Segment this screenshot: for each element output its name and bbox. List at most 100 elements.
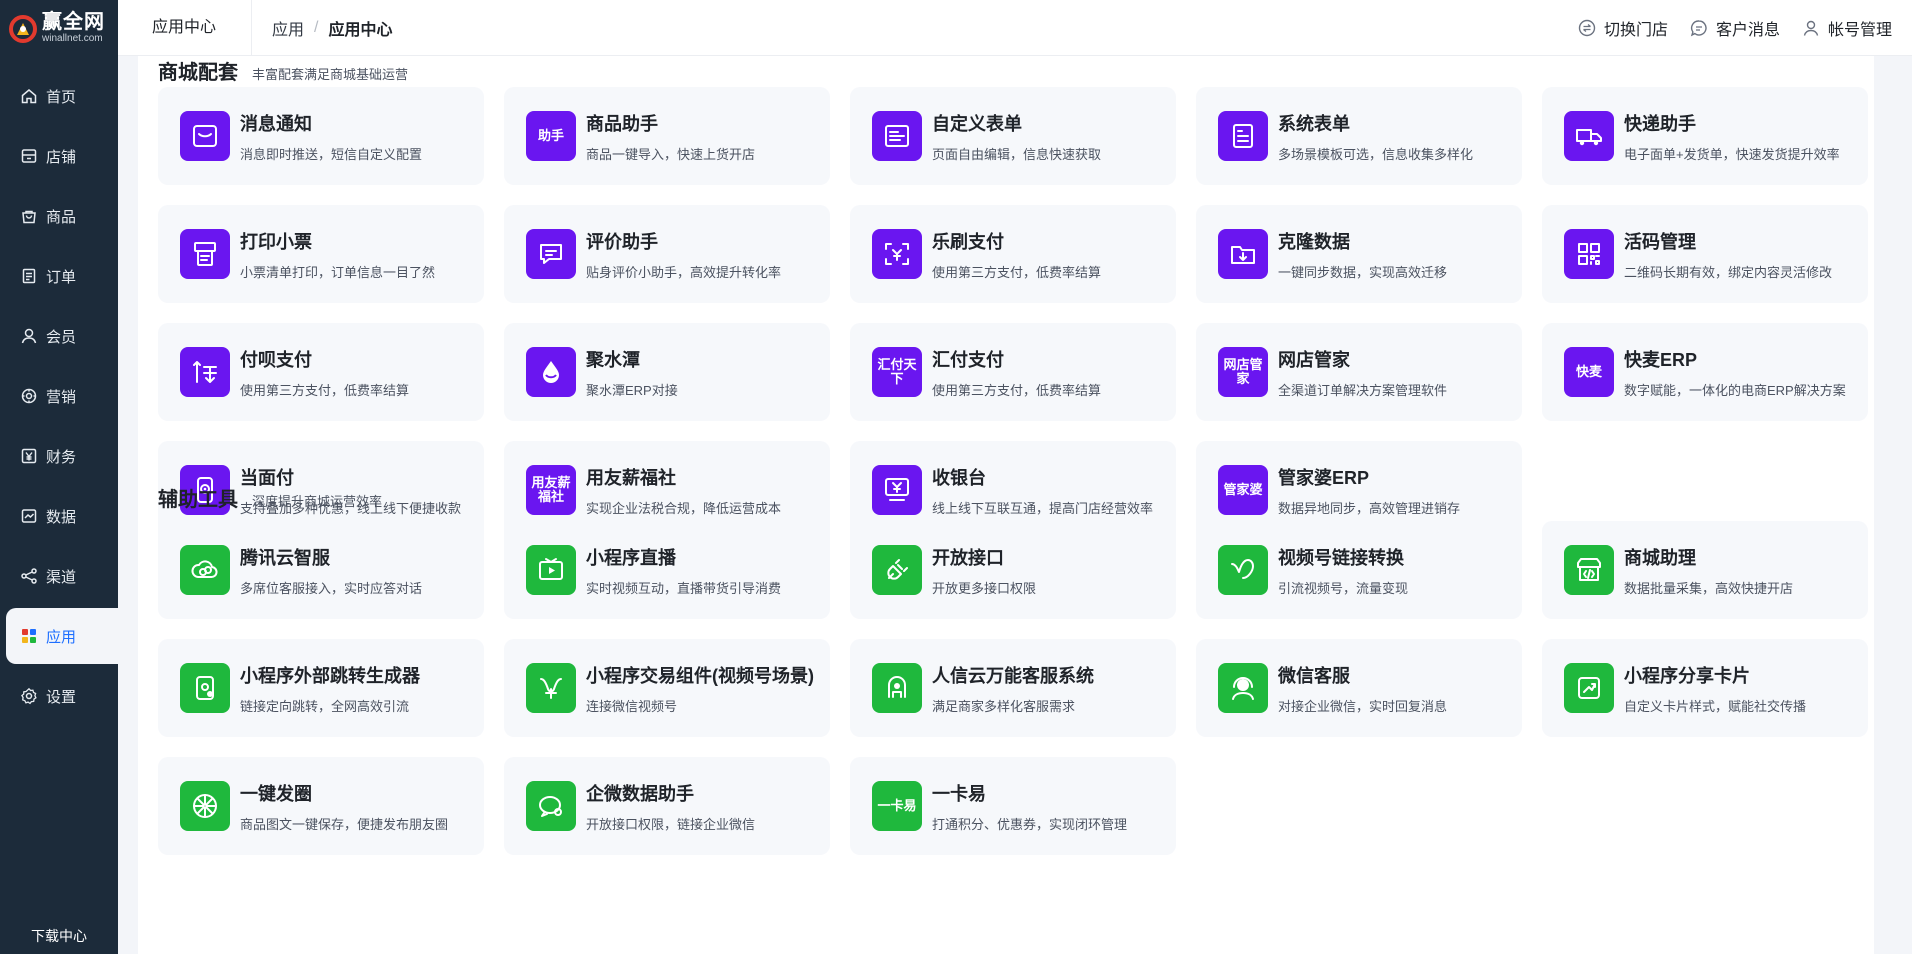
switch-store-label: 切换门店: [1603, 22, 1668, 39]
sidebar-item-yen[interactable]: 财务: [6, 428, 118, 484]
app-card-title: 一键发圈: [240, 783, 312, 804]
sidebar-item-label: 订单: [46, 268, 77, 286]
user-icon: [21, 328, 37, 344]
app-card[interactable]: 小程序外部跳转生成器 链接定向跳转，全网高效引流: [158, 639, 484, 737]
app-card-title: 快递助手: [1624, 113, 1696, 134]
app-card-description: 满足商家多样化客服需求: [932, 698, 1076, 714]
trade-component-icon: [526, 663, 576, 713]
app-card[interactable]: 自定义表单页面自由编辑，信息快速获取: [850, 87, 1176, 185]
sidebar: 赢全网 winallnet.com 首页店铺商品订单会员 营销 财务 数据 渠道应用设置…: [0, 0, 118, 954]
section-header: 辅助工具 深度提升商城运营效率: [158, 483, 382, 512]
switch-store-button[interactable]: 切换门店: [1578, 16, 1668, 40]
app-card[interactable]: 微信客服 对接企业微信，实时回复消息: [1196, 639, 1522, 737]
app-card[interactable]: 小程序直播 实时视频互动，直播带货引导消费: [504, 521, 830, 619]
app-card[interactable]: 快递助手 电子面单+发货单，快速发货提升效率: [1542, 87, 1868, 185]
message-notify-icon: [180, 111, 230, 161]
app-card[interactable]: 腾讯云智服 多席位客服接入，实时应答对话: [158, 521, 484, 619]
sidebar-item-order[interactable]: 订单: [6, 248, 118, 304]
app-card-description: 页面自由编辑，信息快速获取: [932, 146, 1102, 162]
huifu-icon-text: 汇付天下: [877, 357, 917, 386]
app-card-title: 消息通知: [240, 113, 312, 134]
order-icon: [22, 268, 36, 284]
message-icon: [1690, 20, 1707, 37]
kuaimai-icon-text: 快麦: [1575, 364, 1602, 380]
breadcrumb: 应用 / 应用中心: [252, 16, 392, 40]
sidebar-item-label: 首页: [46, 88, 77, 106]
wecom-icon: [526, 781, 576, 831]
app-center-content[interactable]: 商城配套 丰富配套满足商城基础运营 消息通知 消息即时推送，短信自定义配置 助手 商品助手…: [138, 56, 1874, 954]
app-card-title: 微信客服: [1278, 665, 1350, 686]
app-card-description: 打通积分、优惠券，实现闭环管理: [932, 816, 1128, 832]
app-card-description: 二维码长期有效，绑定内容灵活修改: [1624, 264, 1833, 280]
goods-helper-icon: 助手: [526, 111, 576, 161]
app-card[interactable]: 消息通知 消息即时推送，短信自定义配置: [158, 87, 484, 185]
brand-logo[interactable]: 赢全网 winallnet.com: [0, 0, 118, 56]
app-card[interactable]: 打印小票 小票清单打印，订单信息一目了然: [158, 205, 484, 303]
qrcode-icon: [1564, 229, 1614, 279]
sidebar-item-apps[interactable]: 应用: [6, 608, 118, 664]
account-management-label: 帐号管理: [1827, 22, 1892, 39]
app-card-title: 一卡易: [932, 783, 986, 804]
app-card-title: 快麦ERP: [1624, 349, 1698, 370]
card-icon: 一卡易: [872, 781, 922, 831]
sidebar-item-label: 店铺: [46, 148, 77, 166]
app-card-description: 实现企业法税合规，降低运营成本: [586, 500, 782, 516]
section-header: 商城配套 丰富配套满足商城基础运营: [158, 56, 408, 85]
page-title: 应用中心: [118, 0, 252, 56]
sidebar-item-settings[interactable]: 设置: [6, 668, 118, 724]
app-card[interactable]: 系统表单 多场景模板可选，信息收集多样化: [1196, 87, 1522, 185]
app-card[interactable]: 聚水潭 聚水潭ERP对接: [504, 323, 830, 421]
app-card[interactable]: 一卡易 一卡易 打通积分、优惠券，实现闭环管理: [850, 757, 1176, 855]
app-card[interactable]: 企微数据助手 开放接口权限，链接企业微信: [504, 757, 830, 855]
sidebar-item-home[interactable]: 首页: [6, 68, 118, 124]
sidebar-item-user[interactable]: 会员: [6, 308, 118, 364]
app-card[interactable]: 商城助理 数据批量采集，高效快捷开店: [1542, 521, 1868, 619]
yonyou-icon: 用友薪福社: [526, 465, 576, 515]
app-card[interactable]: 克隆数据 一键同步数据，实现高效迁移: [1196, 205, 1522, 303]
sidebar-item-gear[interactable]: 营销: [6, 368, 118, 424]
app-card-title: 自定义表单: [932, 113, 1022, 134]
app-card[interactable]: 乐刷支付 使用第三方支付，低费率结算: [850, 205, 1176, 303]
app-card[interactable]: 开放接口 开放更多接口权限: [850, 521, 1176, 619]
app-card[interactable]: 汇付天下 汇付支付 使用第三方支付，低费率结算: [850, 323, 1176, 421]
sidebar-item-chart[interactable]: 数据: [6, 488, 118, 544]
app-card-description: 连接微信视频号: [586, 698, 678, 714]
app-card-title: 网店管家: [1278, 349, 1350, 370]
download-center-link[interactable]: 下载中心: [0, 926, 118, 946]
app-card-title: 商城助理: [1624, 547, 1696, 568]
app-card-title: 小程序外部跳转生成器: [240, 665, 420, 686]
app-card-description: 数字赋能，一体化的电商ERP解决方案: [1624, 382, 1846, 398]
settings-icon: [21, 687, 37, 705]
app-card[interactable]: 付呗支付 使用第三方支付，低费率结算: [158, 323, 484, 421]
app-card[interactable]: 人信云万能客服系统 满足商家多样化客服需求: [850, 639, 1176, 737]
app-card[interactable]: 评价助手 贴身评价小助手，高效提升转化率: [504, 205, 830, 303]
customer-messages-button[interactable]: 客户消息: [1690, 16, 1780, 40]
clone-folder-icon: [1218, 229, 1268, 279]
app-card[interactable]: 助手 商品助手 商品一键导入，快速上货开店: [504, 87, 830, 185]
sidebar-item-bag[interactable]: 商品: [6, 188, 118, 244]
app-card[interactable]: 视频号链接转换 引流视频号，流量变现: [1196, 521, 1522, 619]
fubei-icon: [180, 347, 230, 397]
account-management-button[interactable]: 帐号管理: [1802, 16, 1892, 40]
app-card[interactable]: 小程序分享卡片 自定义卡片样式，赋能社交传播: [1542, 639, 1868, 737]
app-card[interactable]: 一键发圈 商品图文一键保存，便捷发布朋友圈: [158, 757, 484, 855]
sidebar-item-share[interactable]: 渠道: [6, 548, 118, 604]
goods-helper-icon-text: 助手: [537, 128, 564, 144]
app-card[interactable]: 活码管理 二维码长期有效，绑定内容灵活修改: [1542, 205, 1868, 303]
sidebar-item-label: 应用: [46, 628, 77, 646]
app-card-description: 多场景模板可选，信息收集多样化: [1278, 146, 1474, 162]
app-card[interactable]: 小程序交易组件(视频号场景) 连接微信视频号: [504, 639, 830, 737]
app-card-title: 小程序交易组件(视频号场景): [586, 665, 814, 686]
switch-icon: [1578, 19, 1596, 37]
live-tv-icon: [526, 545, 576, 595]
app-card[interactable]: 网店管家 网店管家 全渠道订单解决方案管理软件: [1196, 323, 1522, 421]
app-card-description: 全渠道订单解决方案管理软件: [1278, 382, 1448, 398]
app-card[interactable]: 快麦 快麦ERP 数字赋能，一体化的电商ERP解决方案: [1542, 323, 1868, 421]
guanjiapo-icon-text: 管家婆: [1223, 482, 1263, 498]
sidebar-item-store[interactable]: 店铺: [6, 128, 118, 184]
app-card-description: 开放更多接口权限: [932, 580, 1037, 596]
app-card-title: 用友薪福社: [586, 467, 676, 488]
breadcrumb-item-apps[interactable]: 应用: [272, 16, 304, 40]
printer-icon: [180, 229, 230, 279]
app-card-description: 使用第三方支付，低费率结算: [240, 382, 410, 398]
